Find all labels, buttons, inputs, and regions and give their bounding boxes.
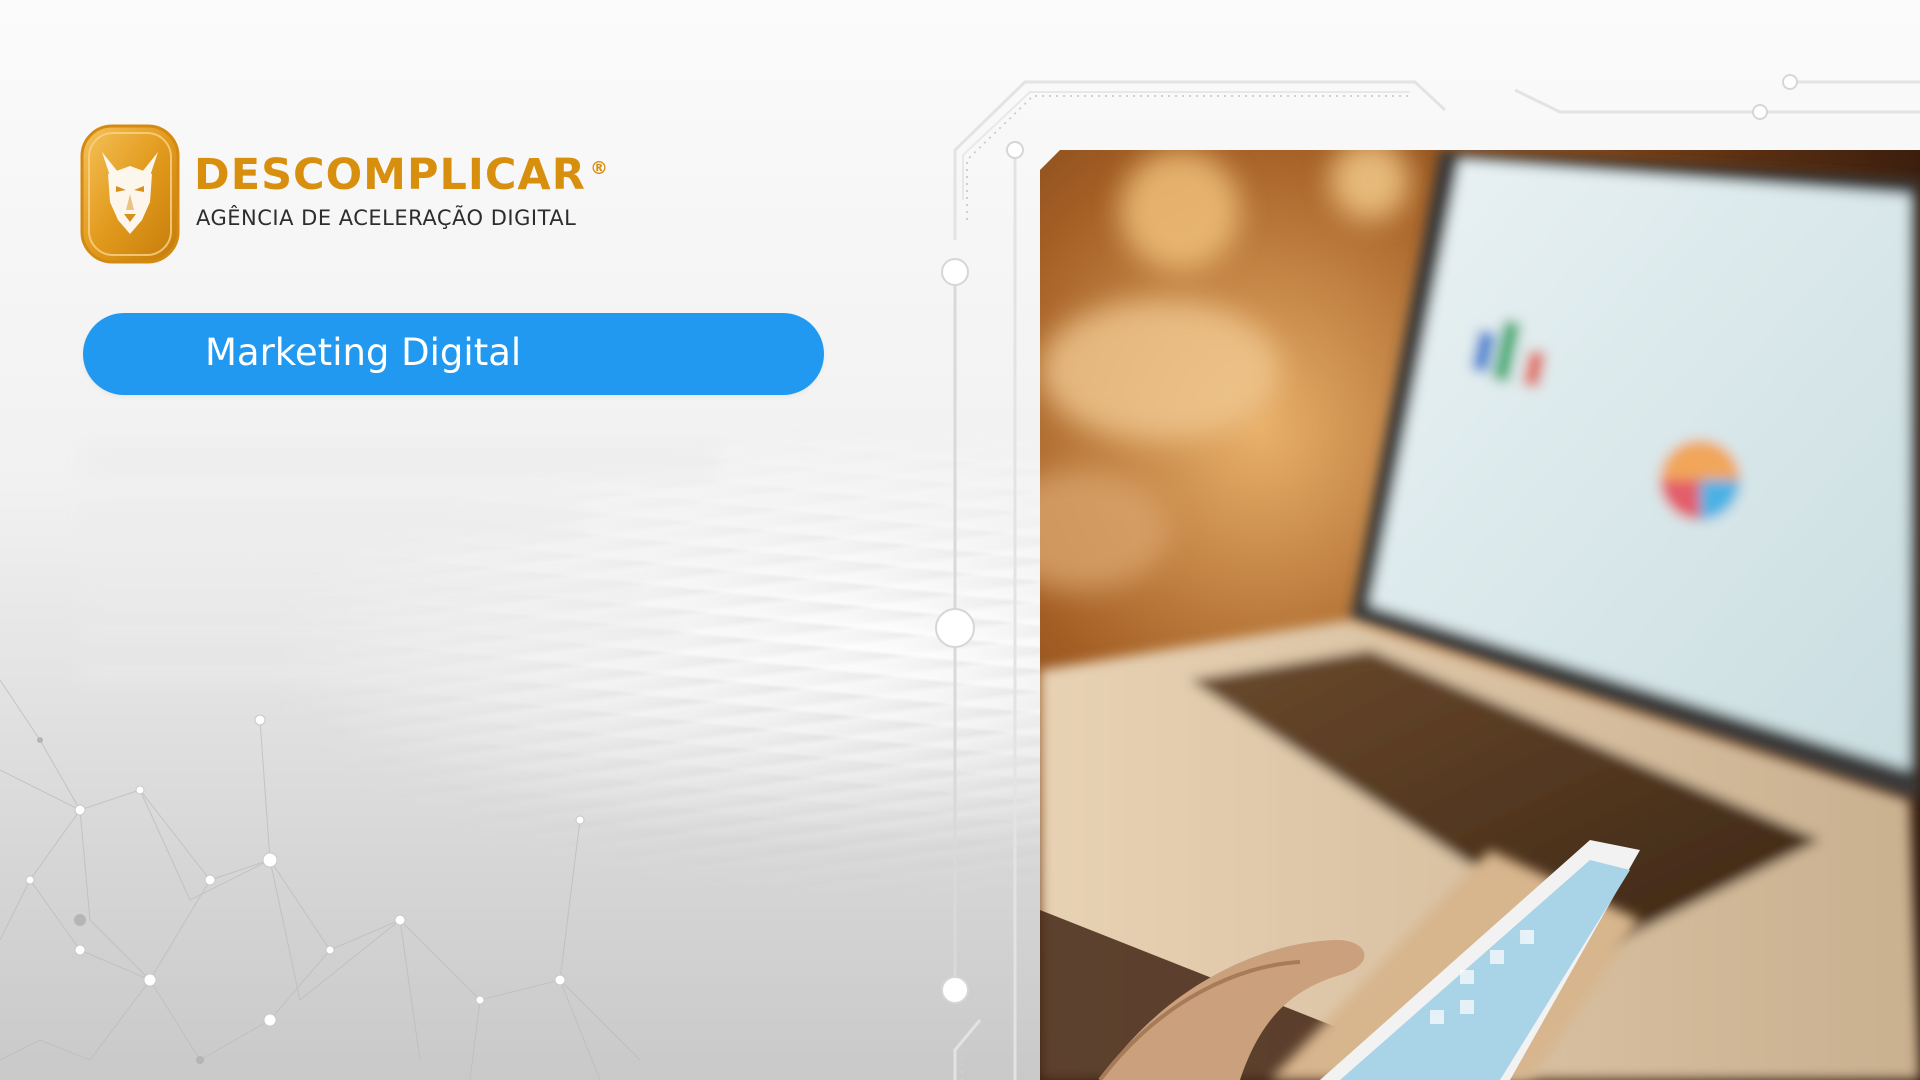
brand-name: DESCOMPLICAR — [194, 150, 586, 200]
brand-tagline: AGÊNCIA DE ACELERAÇÃO DIGITAL — [196, 206, 577, 230]
wolf-badge-icon — [80, 124, 180, 264]
laptop-and-phone-photo — [1040, 150, 1920, 1080]
category-pill-label: Marketing Digital — [205, 331, 522, 374]
registered-mark: ® — [590, 158, 608, 179]
blurred-content — [80, 420, 760, 760]
category-pill: Marketing Digital — [83, 313, 824, 395]
